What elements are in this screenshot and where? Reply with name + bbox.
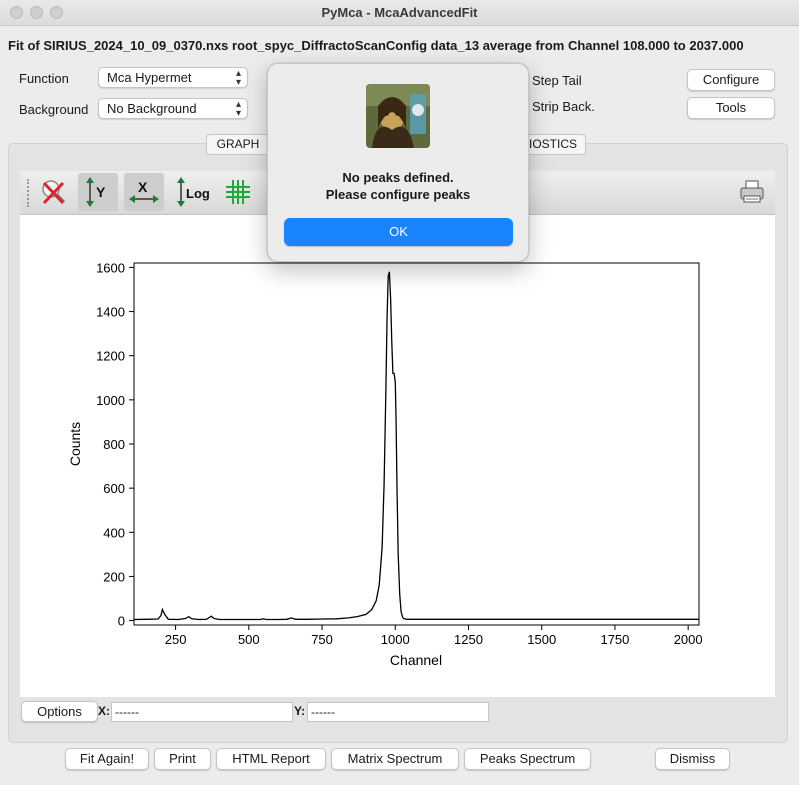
dialog-message-line2: Please configure peaks [325,187,471,202]
matrix-spectrum-button[interactable]: Matrix Spectrum [331,748,459,770]
mona-lisa-app-icon [366,84,430,148]
autoscale-y-button[interactable]: Y [78,173,118,211]
x-tick-label: 750 [311,632,333,647]
alert-dialog: No peaks defined. Please configure peaks… [267,63,529,262]
x-tick-label: 1000 [381,632,410,647]
html-report-button[interactable]: HTML Report [216,748,326,770]
y-coord-field[interactable]: ------ [307,702,489,722]
dialog-message-line1: No peaks defined. [342,170,454,185]
y-tick-label: 200 [103,569,125,584]
y-axis-label: Counts [67,422,83,466]
window-title: PyMca - McaAdvancedFit [321,5,478,20]
x-tick-label: 500 [238,632,260,647]
print-icon [740,180,764,203]
strip-back-label: Strip Back. [532,99,595,114]
background-label: Background [19,102,89,117]
background-select[interactable]: No Background ▴ ▾ [98,98,248,119]
print-plot-button[interactable] [732,173,772,211]
tab-graph[interactable]: GRAPH [206,134,270,155]
options-button[interactable]: Options [21,701,98,722]
spectrum-chart[interactable]: 250 500 750 1000 1250 1500 1750 2000 0 200 400 600… [20,215,775,697]
autoscale-y-icon: Y [86,177,106,207]
y-tick-label: 1600 [96,260,125,275]
function-select-value: Mca Hypermet [107,70,192,85]
peaks-spectrum-button[interactable]: Peaks Spectrum [464,748,591,770]
title-bar: PyMca - McaAdvancedFit [0,0,799,26]
reset-zoom-button[interactable] [34,173,74,211]
x-coord-label: X: [98,704,110,718]
y-tick-label: 400 [103,525,125,540]
x-tick-label: 1500 [527,632,556,647]
y-tick-label: 0 [118,614,125,629]
x-tick-label: 1250 [454,632,483,647]
dismiss-button[interactable]: Dismiss [655,748,730,770]
function-label: Function [19,71,69,86]
autoscale-x-text: X [138,179,148,195]
y-tick-label: 1400 [96,305,125,320]
y-tick-label: 1200 [96,349,125,364]
tools-button[interactable]: Tools [687,97,775,119]
y-axis-ticks: 0 200 400 600 800 1000 1200 1400 1600 [96,260,134,629]
plot-frame [133,262,700,626]
chevron-updown-icon: ▴ ▾ [235,68,241,88]
x-axis-ticks: 250 500 750 1000 1250 1500 1750 2000 [165,625,703,647]
x-coord-field[interactable]: ------ [111,702,293,722]
y-tick-label: 600 [103,481,125,496]
grid-icon [226,180,250,204]
y-tick-label: 1000 [96,393,125,408]
function-select[interactable]: Mca Hypermet ▴ ▾ [98,67,248,88]
reset-zoom-icon [42,180,66,205]
x-axis-label: Channel [390,652,442,668]
x-tick-label: 250 [165,632,187,647]
grid-toggle-button[interactable] [218,173,258,211]
app-icon [366,84,430,148]
log-scale-button[interactable]: Log [172,173,212,211]
y-tick-label: 800 [103,437,125,452]
background-select-value: No Background [107,101,197,116]
plot-area[interactable]: 250 500 750 1000 1250 1500 1750 2000 0 200 400 600… [20,215,775,697]
chevron-updown-icon: ▴ ▾ [235,99,241,119]
autoscale-x-icon: X [129,179,159,203]
y-coord-label: Y: [294,704,306,718]
autoscale-y-text: Y [96,184,106,200]
ok-button[interactable]: OK [284,218,513,246]
autoscale-x-button[interactable]: X [124,173,164,211]
step-tail-label: Step Tail [532,73,582,88]
fit-again-button[interactable]: Fit Again! [65,748,149,770]
toolbar-grip [27,179,29,207]
x-tick-label: 1750 [600,632,629,647]
fit-title: Fit of SIRIUS_2024_10_09_0370.nxs root_s… [8,38,744,53]
log-scale-icon: Log [177,177,209,207]
log-scale-text: Log [186,186,209,201]
x-tick-label: 2000 [674,632,703,647]
print-button[interactable]: Print [154,748,211,770]
configure-button[interactable]: Configure [687,69,775,91]
